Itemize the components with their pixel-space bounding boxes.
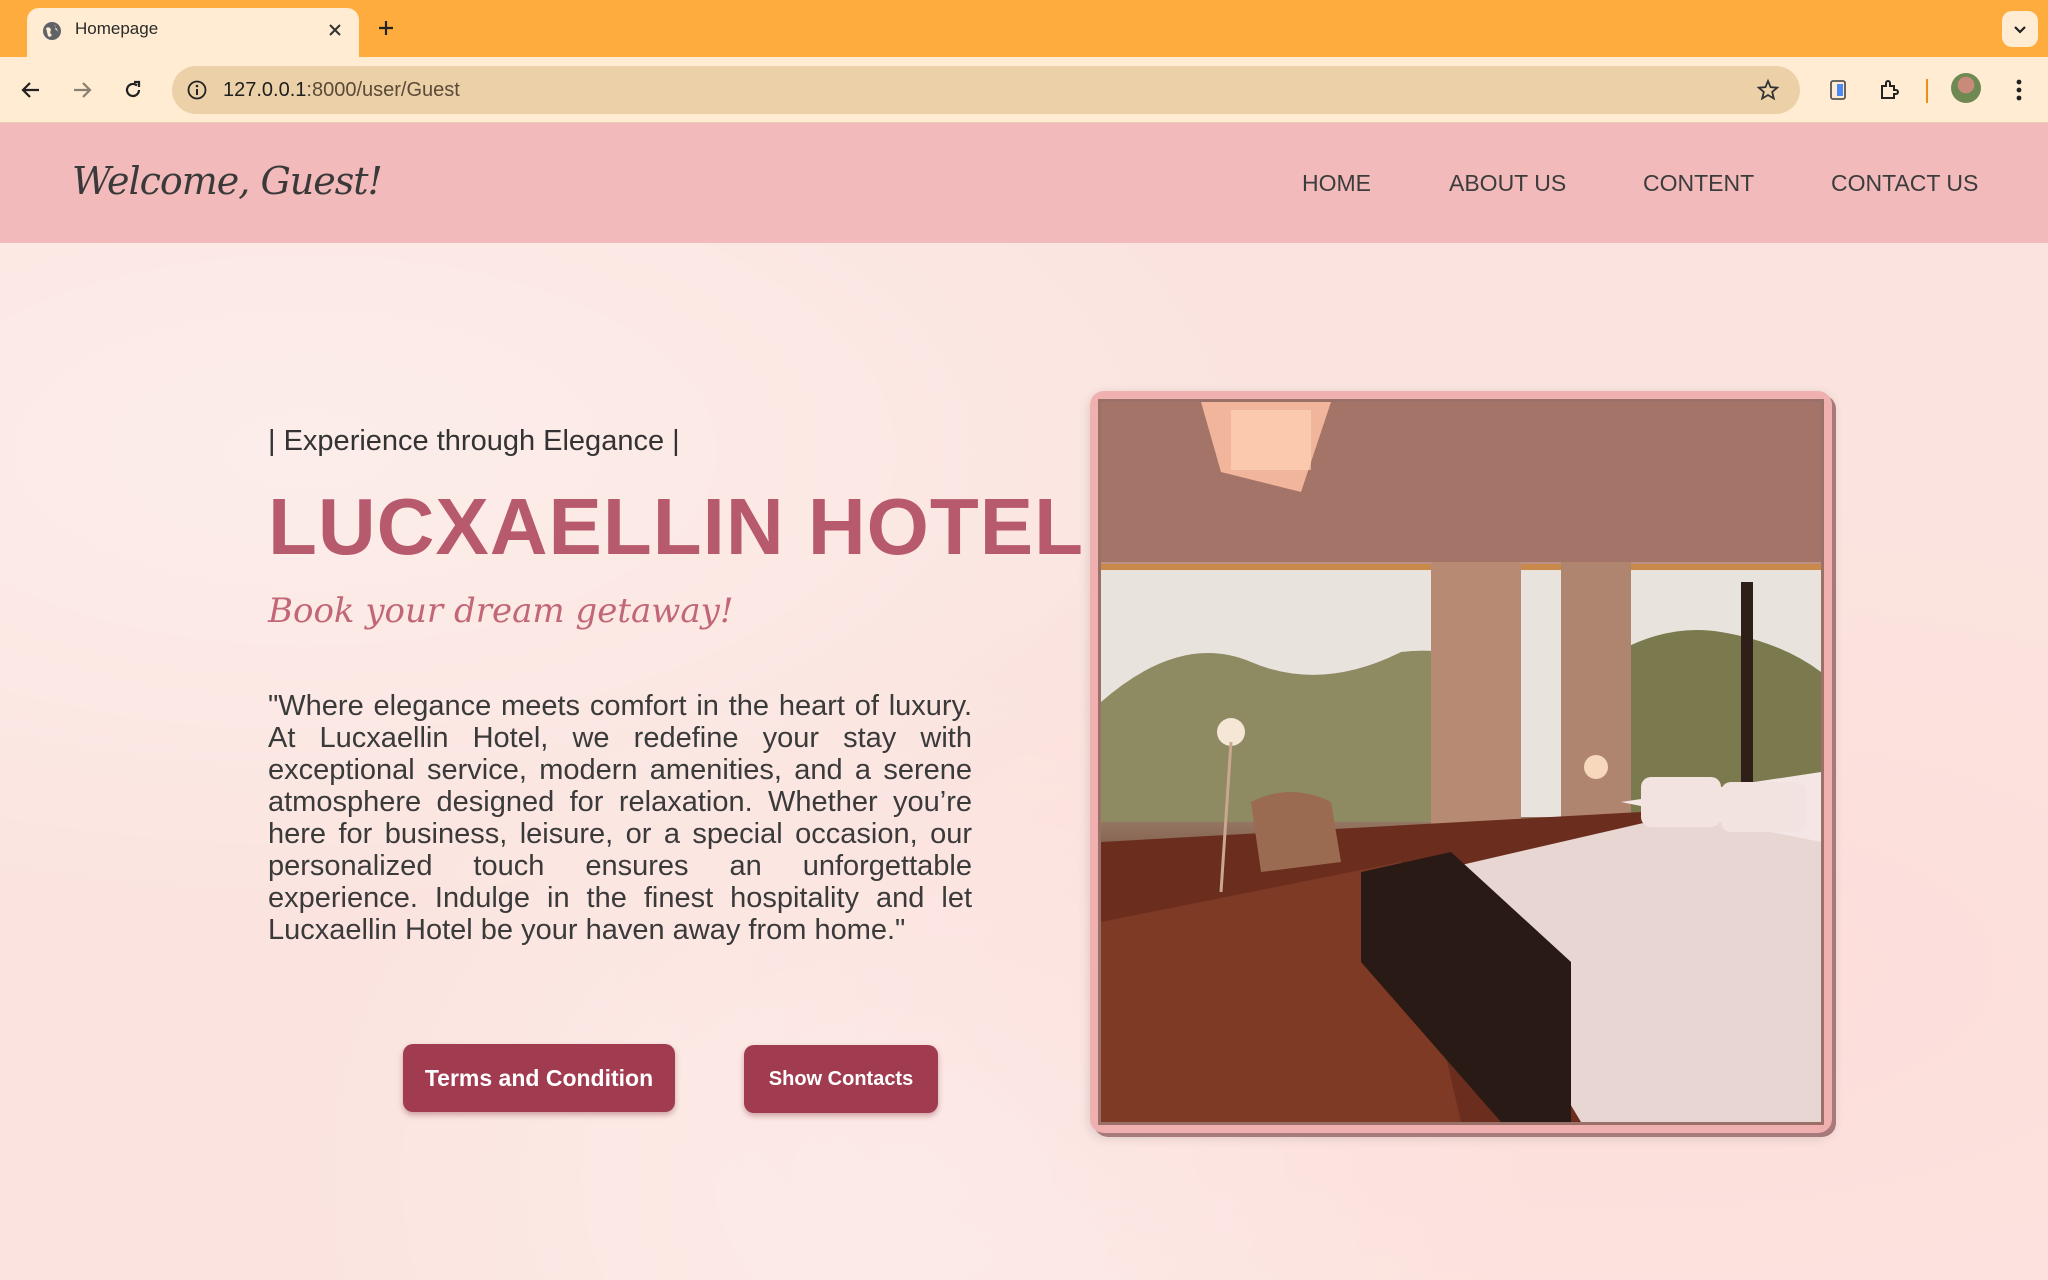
show-contacts-button[interactable]: Show Contacts <box>744 1045 938 1113</box>
tab-search-icon[interactable] <box>1822 74 1854 106</box>
toolbar-divider <box>1926 79 1928 103</box>
browser-toolbar: 127.0.0.1:8000/user/Guest <box>0 57 2048 123</box>
url-host: 127.0.0.1 <box>223 79 307 101</box>
hero-subtitle: Book your dream getaway! <box>268 591 734 631</box>
tagline: | Experience through Elegance | <box>268 425 680 457</box>
hero-description: "Where elegance meets comfort in the hea… <box>268 690 972 946</box>
reload-icon[interactable] <box>117 74 149 106</box>
url-text[interactable]: 127.0.0.1:8000/user/Guest <box>223 79 460 102</box>
forward-arrow-icon[interactable] <box>66 74 98 106</box>
nav-contact-us[interactable]: CONTACT US <box>1831 170 1978 197</box>
close-icon[interactable] <box>323 18 347 42</box>
hotel-title: LUCXAELLIN HOTEL <box>268 482 1084 571</box>
back-arrow-icon[interactable] <box>15 74 47 106</box>
url-path: :8000/user/Guest <box>306 79 460 101</box>
nav-home[interactable]: HOME <box>1302 170 1371 197</box>
chevron-down-icon[interactable] <box>2002 11 2038 47</box>
hero-section: | Experience through Elegance | LUCXAELL… <box>0 243 2048 1280</box>
kebab-menu-icon[interactable] <box>2003 74 2035 106</box>
profile-avatar[interactable] <box>1951 73 1981 103</box>
tab-title: Homepage <box>75 19 159 38</box>
extensions-icon[interactable] <box>1873 74 1905 106</box>
hotel-room-photo <box>1098 399 1824 1125</box>
globe-icon <box>41 20 63 42</box>
site-header: Welcome, Guest! HOME ABOUT US CONTENT CO… <box>0 123 2048 243</box>
star-icon[interactable] <box>1754 76 1782 104</box>
terms-button[interactable]: Terms and Condition <box>403 1044 675 1112</box>
plus-icon[interactable] <box>372 14 400 42</box>
hotel-photo-frame <box>1090 391 1832 1133</box>
tab-strip: Homepage <box>0 0 2048 57</box>
browser-tab[interactable]: Homepage <box>27 8 359 57</box>
address-bar[interactable]: 127.0.0.1:8000/user/Guest <box>172 66 1800 114</box>
nav-content[interactable]: CONTENT <box>1643 170 1754 197</box>
welcome-text: Welcome, Guest! <box>72 159 383 203</box>
nav-about-us[interactable]: ABOUT US <box>1449 170 1566 197</box>
site-info-icon[interactable] <box>182 75 212 105</box>
